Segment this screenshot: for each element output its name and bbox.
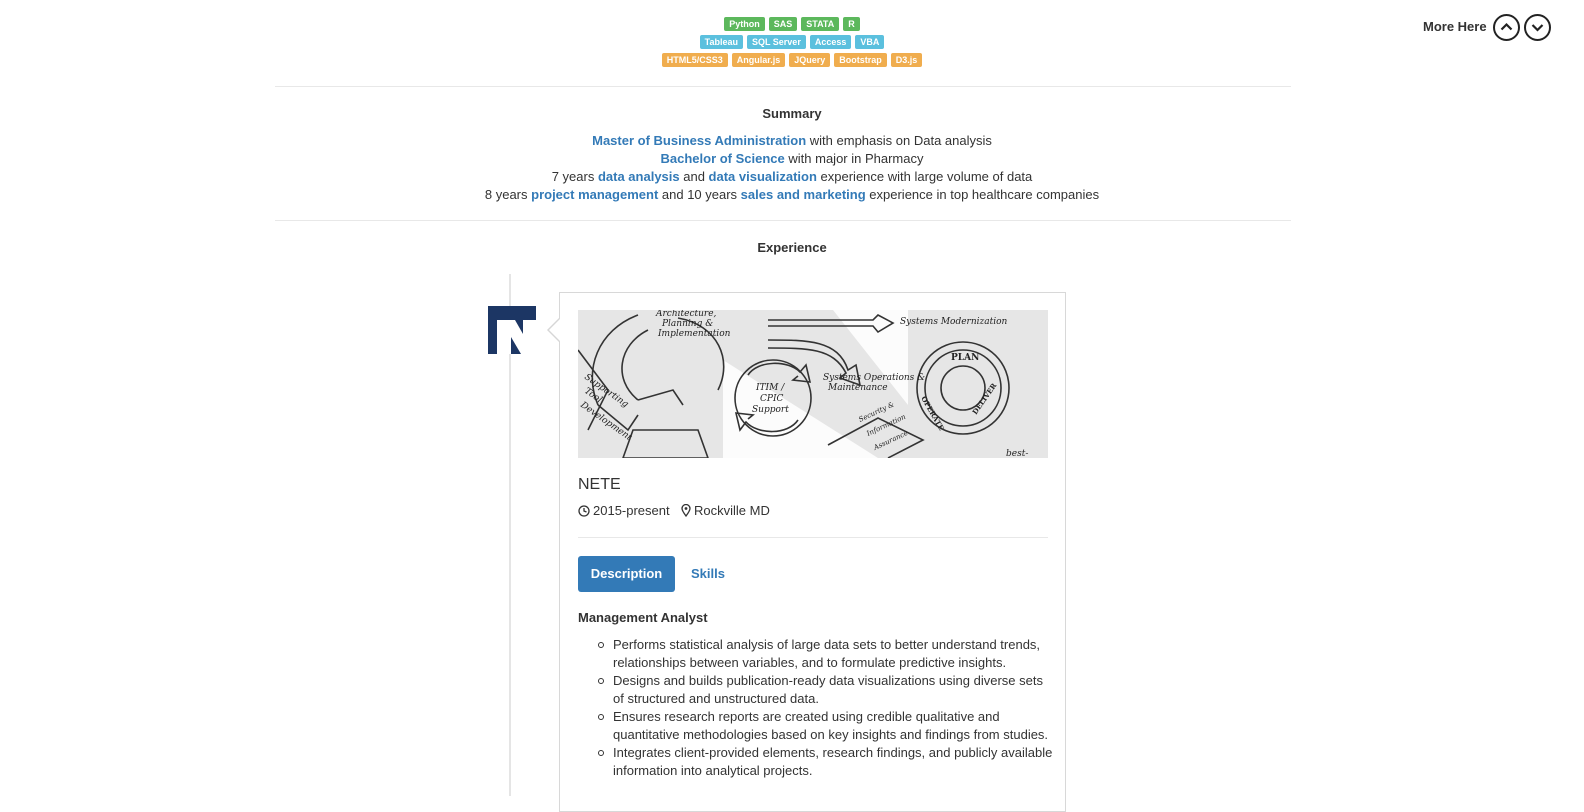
duty-item: Designs and builds publication-ready dat… (598, 672, 1053, 708)
sketch-label: Planning & (661, 319, 713, 329)
company-sketch-image: Architecture, Planning & Implementation … (578, 310, 1048, 458)
more-here-link[interactable]: More Here (1423, 19, 1487, 35)
skill-tags-row-tools: Tableau SQL Server Access VBA (0, 35, 1584, 49)
summary-highlight[interactable]: sales and marketing (741, 187, 866, 202)
summary-text: 8 years (484, 187, 532, 202)
sketch-label: Architecture, (655, 310, 717, 319)
divider (275, 86, 1291, 87)
card-divider (578, 537, 1048, 538)
summary-line: 8 years project management and 10 years … (0, 186, 1584, 204)
skill-tag: Access (809, 35, 852, 49)
skill-tag: R (843, 17, 860, 31)
job-period: 2015-present (578, 503, 670, 519)
summary-text: experience in top healthcare companies (865, 187, 1100, 202)
sketch-label: PLAN (951, 353, 979, 363)
nete-logo-icon (488, 306, 536, 354)
duty-item: Performs statistical analysis of large d… (598, 636, 1053, 672)
summary-text: experience with large volume of data (816, 169, 1033, 184)
tab-description[interactable]: Description (578, 556, 675, 592)
duties-list: Performs statistical analysis of large d… (598, 636, 1053, 780)
chevron-up-icon (1500, 22, 1513, 31)
skill-tag: SQL Server (746, 35, 806, 49)
job-role: Management Analyst (578, 610, 708, 625)
skill-tag: JQuery (789, 53, 831, 67)
skill-tag: HTML5/CSS3 (661, 53, 728, 67)
summary-text: with major in Pharmacy (784, 151, 924, 166)
summary-line: 7 years data analysis and data visualiza… (0, 168, 1584, 186)
sketch-label: CPIC (760, 394, 783, 404)
summary-highlight[interactable]: data visualization (709, 169, 817, 184)
scroll-down-button[interactable] (1524, 14, 1551, 41)
map-marker-icon (681, 503, 691, 518)
strategy-sketch-icon: Architecture, Planning & Implementation … (578, 310, 1048, 458)
job-location-text: Rockville MD (694, 503, 770, 518)
summary-highlight[interactable]: data analysis (598, 169, 680, 184)
skill-tag: VBA (855, 35, 885, 49)
skill-tag: SAS (768, 17, 798, 31)
summary-line: Master of Business Administration with e… (0, 132, 1584, 150)
company-name: NETE (578, 476, 621, 493)
summary-block: Master of Business Administration with e… (0, 132, 1584, 204)
summary-text: and (679, 169, 709, 184)
sketch-label: best- (1006, 449, 1028, 458)
experience-heading: Experience (757, 240, 827, 255)
skill-tags-row-languages: Python SAS STATA R (0, 17, 1584, 31)
skill-tag: Tableau (699, 35, 743, 49)
sketch-label: Implementation (657, 329, 731, 339)
skill-tag: Bootstrap (834, 53, 887, 67)
divider (275, 220, 1291, 221)
sketch-label: Systems Operations & (823, 373, 925, 383)
sketch-label: Support (752, 405, 789, 415)
summary-line: Bachelor of Science with major in Pharma… (0, 150, 1584, 168)
skill-tag: Angular.js (731, 53, 786, 67)
skill-tags-row-web: HTML5/CSS3 Angular.js JQuery Bootstrap D3.js (0, 53, 1584, 67)
skill-tag: STATA (801, 17, 840, 31)
sketch-label: Systems Modernization (900, 317, 1008, 327)
clock-icon (578, 505, 590, 517)
card-pointer-fill (549, 319, 560, 341)
summary-text: with emphasis on Data analysis (806, 133, 992, 148)
summary-text: 7 years (551, 169, 598, 184)
sketch-label: ITIM / (755, 383, 785, 393)
chevron-down-icon (1531, 24, 1544, 32)
scroll-up-button[interactable] (1493, 14, 1520, 41)
summary-highlight[interactable]: Bachelor of Science (661, 151, 785, 166)
tab-skills[interactable]: Skills (691, 556, 725, 592)
summary-highlight[interactable]: Master of Business Administration (592, 133, 806, 148)
summary-heading: Summary (762, 106, 822, 121)
sketch-label: Maintenance (827, 383, 888, 393)
job-location: Rockville MD (681, 503, 770, 519)
company-logo (488, 306, 536, 354)
summary-text: and 10 years (658, 187, 741, 202)
skill-tag: Python (724, 17, 765, 31)
duty-item: Integrates client-provided elements, res… (598, 745, 1053, 778)
job-period-text: 2015-present (593, 503, 670, 518)
skill-tag: D3.js (890, 53, 923, 67)
summary-highlight[interactable]: project management (531, 187, 658, 202)
duty-item: Ensures research reports are created usi… (598, 708, 1053, 744)
